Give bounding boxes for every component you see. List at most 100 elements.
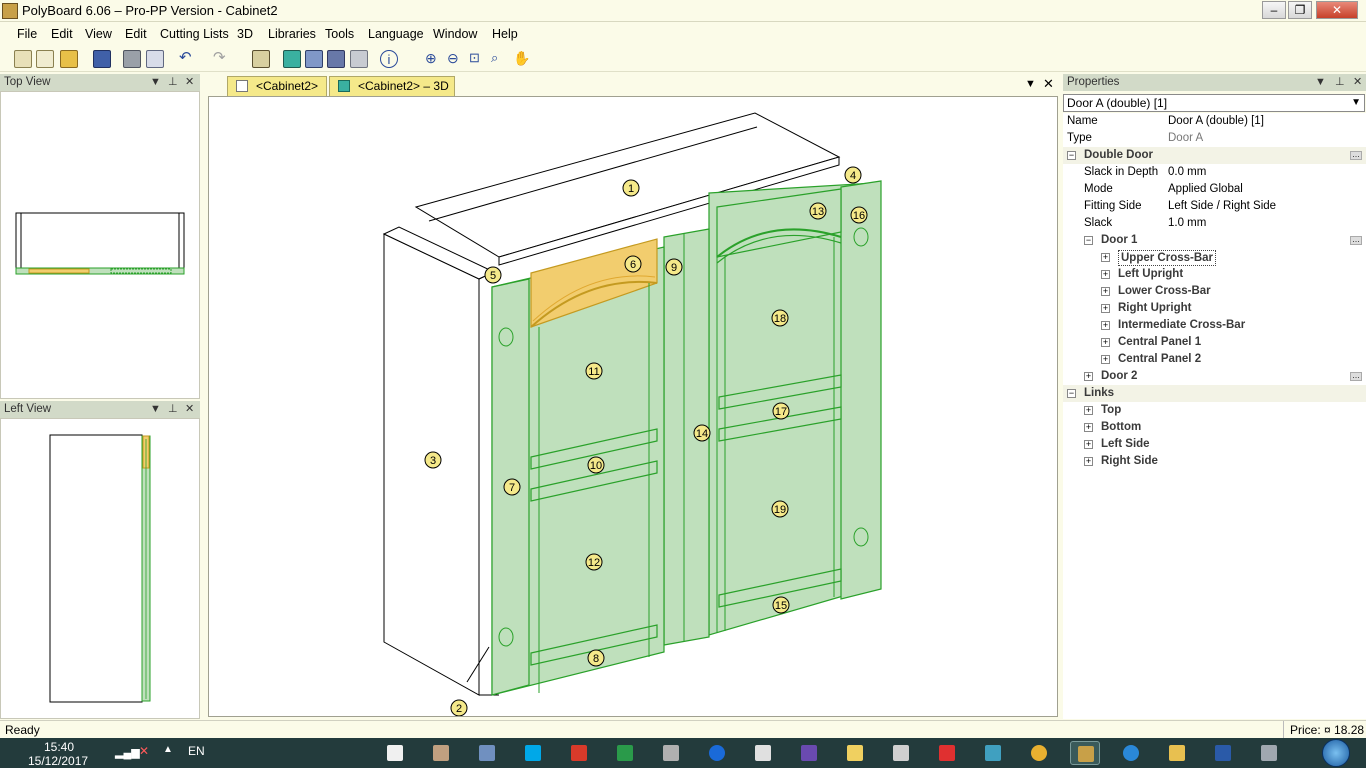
print-preview-icon[interactable] [146,50,164,68]
close-button[interactable]: ✕ [1316,1,1358,19]
new-doc-icon[interactable] [36,50,54,68]
expand-icon[interactable]: + [1101,304,1110,313]
property-row[interactable]: Slack in Depth 0.0 mm [1063,164,1366,181]
taskbar-app-skype[interactable] [518,741,548,765]
property-row[interactable]: − Door 1… [1063,232,1366,249]
pane-pin-icon[interactable]: ⊥ [1335,74,1345,91]
property-row[interactable]: Type Door A [1063,130,1366,147]
expand-icon[interactable]: + [1101,321,1110,330]
pan-hand-icon[interactable]: ✋ [513,50,531,68]
start-button[interactable] [1322,739,1350,767]
property-row[interactable]: + Bottom [1063,419,1366,436]
object-selector[interactable]: Door A (double) [1] ▼ [1063,94,1365,112]
expand-icon[interactable]: + [1084,457,1093,466]
property-row[interactable]: + Top [1063,402,1366,419]
layout-icon[interactable] [305,50,323,68]
expand-icon[interactable]: + [1101,253,1110,262]
taskbar-app-inkscape[interactable] [656,741,686,765]
taskbar-app-computer[interactable] [1254,741,1284,765]
taskbar-app-word[interactable] [1208,741,1238,765]
property-row[interactable]: + Left Upright [1063,266,1366,283]
menu-libraries[interactable]: Libraries [268,27,316,41]
taskbar-app-notepad[interactable] [840,741,870,765]
property-value[interactable]: Applied Global [1168,181,1243,198]
tab-cabinet2-3d[interactable]: <Cabinet2> – 3D [329,76,455,96]
expand-icon[interactable]: + [1101,338,1110,347]
property-row[interactable]: + Central Panel 2 [1063,351,1366,368]
open-folder-icon[interactable] [60,50,78,68]
taskbar-app-network[interactable] [978,741,1008,765]
taskbar-app-red[interactable] [564,741,594,765]
pane-pin-icon[interactable]: ⊥ [168,401,178,418]
export-icon[interactable] [350,50,368,68]
menu-file[interactable]: File [17,27,37,41]
taskbar-app-chrome[interactable] [1024,741,1054,765]
pane-dropdown-icon[interactable]: ▼ [1315,74,1326,91]
taskbar-app-teamviewer-old[interactable] [472,741,502,765]
taskbar-app-utility[interactable] [426,741,456,765]
new-icon[interactable] [14,50,32,68]
language-indicator[interactable]: EN [188,744,205,758]
more-options-icon[interactable]: … [1350,151,1362,160]
property-value[interactable]: Door A [1168,130,1203,147]
more-options-icon[interactable]: … [1350,236,1362,245]
property-value[interactable]: Door A (double) [1] [1168,113,1264,130]
pane-close-icon[interactable]: ✕ [1353,74,1362,91]
collapse-icon[interactable]: − [1067,151,1076,160]
menu-cutting-lists[interactable]: Cutting Lists [160,27,229,41]
taskbar-app-polyboard[interactable] [1070,741,1100,765]
menu-tools[interactable]: Tools [325,27,354,41]
taskbar-app-visual-studio[interactable] [794,741,824,765]
undo-icon[interactable]: ↶ [179,50,197,68]
3d-box-icon[interactable] [283,50,301,68]
property-row[interactable]: + Left Side [1063,436,1366,453]
minimize-button[interactable]: – [1262,1,1286,19]
zoom-extents-icon[interactable]: ⊡ [469,50,487,68]
property-row[interactable]: + Lower Cross-Bar [1063,283,1366,300]
taskbar-app-nplus[interactable] [932,741,962,765]
3d-view-icon[interactable] [327,50,345,68]
more-options-icon[interactable]: … [1350,372,1362,381]
property-row[interactable]: + Door 2… [1063,368,1366,385]
property-value[interactable]: 1.0 mm [1168,215,1206,232]
property-row[interactable]: − Double Door… [1063,147,1366,164]
menu-language[interactable]: Language [368,27,424,41]
tab-cabinet2[interactable]: <Cabinet2> [227,76,327,96]
menu-edit-2[interactable]: Edit [125,27,147,41]
taskbar-app-keyboard[interactable] [748,741,778,765]
taskbar-app-ie[interactable] [1116,741,1146,765]
tab-list-icon[interactable]: ▼ [1025,78,1036,90]
pane-close-icon[interactable]: ✕ [185,74,194,91]
property-row[interactable]: Slack 1.0 mm [1063,215,1366,232]
expand-icon[interactable]: + [1101,355,1110,364]
save-icon[interactable] [93,50,111,68]
print-icon[interactable] [123,50,141,68]
taskbar-app-green[interactable] [610,741,640,765]
menu-edit[interactable]: Edit [51,27,73,41]
menu-3d[interactable]: 3D [237,27,253,41]
expand-icon[interactable]: + [1084,406,1093,415]
expand-icon[interactable]: + [1101,270,1110,279]
property-row[interactable]: + Right Upright [1063,300,1366,317]
volume-muted-icon[interactable]: ✕ [139,744,149,758]
property-row[interactable]: + Intermediate Cross-Bar [1063,317,1366,334]
zoom-in-icon[interactable]: ⊕ [425,50,443,68]
collapse-icon[interactable]: − [1067,389,1076,398]
pane-close-icon[interactable]: ✕ [185,401,194,418]
expand-icon[interactable]: + [1101,287,1110,296]
taskbar-app-teamviewer[interactable] [702,741,732,765]
close-tab-icon[interactable]: ✕ [1043,76,1054,92]
tray-chevron-icon[interactable]: ▲ [163,744,173,755]
menu-view[interactable]: View [85,27,112,41]
property-row[interactable]: Name Door A (double) [1] [1063,113,1366,130]
property-row[interactable]: Mode Applied Global [1063,181,1366,198]
pane-pin-icon[interactable]: ⊥ [168,74,178,91]
expand-icon[interactable]: + [1084,440,1093,449]
property-row[interactable]: − Links [1063,385,1366,402]
taskbar-app-explorer[interactable] [1162,741,1192,765]
menu-window[interactable]: Window [433,27,477,41]
properties-icon[interactable] [252,50,270,68]
3d-viewport[interactable]: 1 2 3 4 5 6 7 8 9 10 11 12 13 14 15 16 17 18 19 [208,96,1058,717]
property-row[interactable]: + Central Panel 1 [1063,334,1366,351]
collapse-icon[interactable]: − [1084,236,1093,245]
